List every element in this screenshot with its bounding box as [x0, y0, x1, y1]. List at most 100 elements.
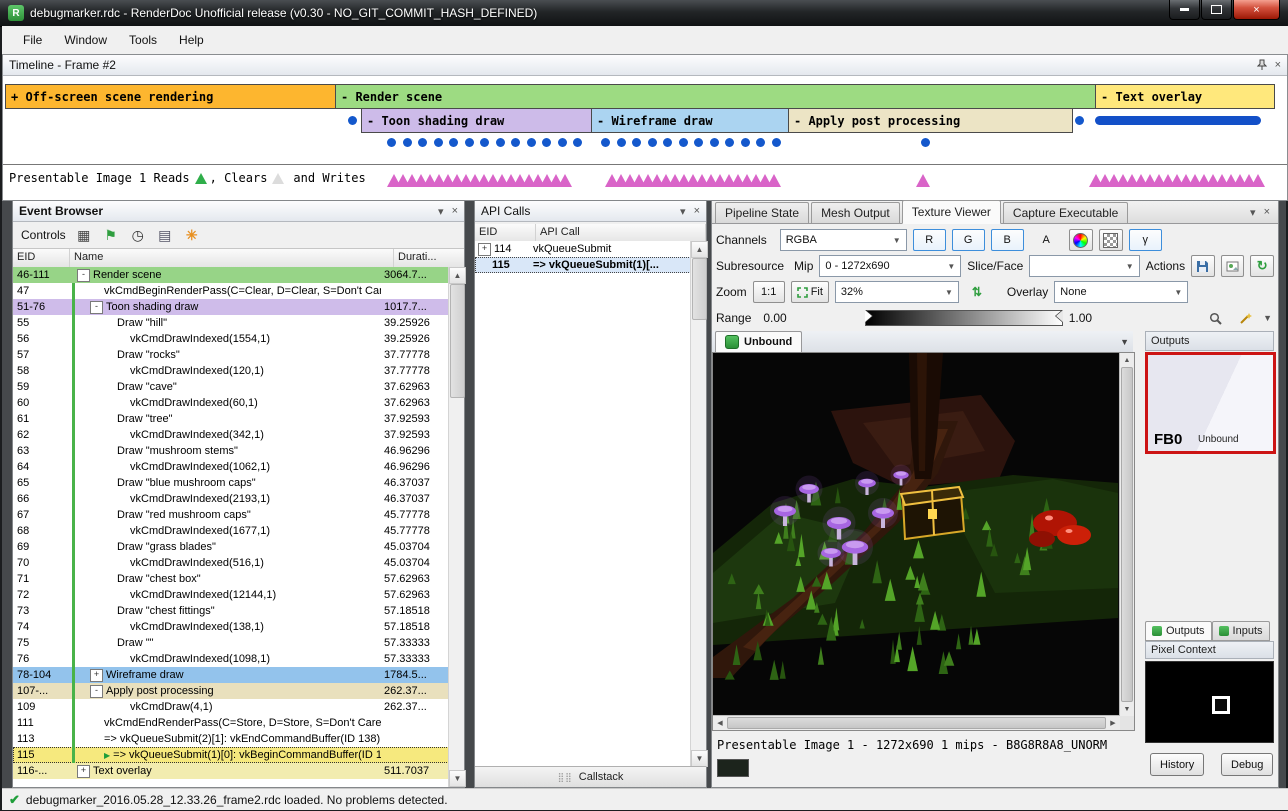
collapse-icon[interactable]: - — [77, 269, 90, 282]
event-dot[interactable] — [725, 138, 734, 147]
event-row[interactable]: 76vkCmdDrawIndexed(1098,1)57.33333 — [13, 651, 449, 667]
scroll-up-icon[interactable]: ▲ — [449, 267, 466, 284]
event-dot[interactable] — [772, 138, 781, 147]
channel-a-button[interactable]: A — [1030, 229, 1063, 251]
timeline-marker[interactable]: + Off-screen scene rendering — [5, 84, 344, 109]
event-dot[interactable] — [542, 138, 551, 147]
event-row[interactable]: 62vkCmdDrawIndexed(342,1)37.92593 — [13, 427, 449, 443]
event-row[interactable]: 59Draw "cave"37.62963 — [13, 379, 449, 395]
event-row[interactable]: 51-76-Toon shading draw1017.7... — [13, 299, 449, 315]
event-dot[interactable] — [694, 138, 703, 147]
event-dot[interactable] — [465, 138, 474, 147]
timeline-marker[interactable]: - Toon shading draw — [361, 108, 603, 133]
debug-button[interactable]: Debug — [1221, 753, 1273, 776]
scroll-up-icon[interactable]: ▲ — [1120, 353, 1134, 367]
event-row[interactable]: 57Draw "rocks"37.77778 — [13, 347, 449, 363]
expander-icon[interactable]: ▼ — [1263, 313, 1272, 323]
event-row[interactable]: 116-...+Text overlay511.7037 — [13, 763, 449, 779]
api-call-row[interactable]: +114vkQueueSubmit — [475, 241, 691, 257]
timeline-caption[interactable]: Timeline - Frame #2 × — [3, 55, 1287, 76]
event-browser-close-icon[interactable]: × — [452, 205, 458, 217]
event-row[interactable]: 111vkCmdEndRenderPass(C=Store, D=Store, … — [13, 715, 449, 731]
timeline-marker[interactable]: - Render scene — [335, 84, 1104, 109]
zoom-1-1-button[interactable]: 1:1 — [753, 281, 785, 303]
api-calls-close-icon[interactable]: × — [694, 205, 700, 217]
overlay-select[interactable]: None▼ — [1054, 281, 1188, 303]
event-browser-caption[interactable]: Event Browser ▾ × — [13, 201, 464, 222]
texture-tab-unbound[interactable]: Unbound — [715, 331, 802, 352]
menu-window[interactable]: Window — [53, 28, 118, 52]
stats-icon[interactable]: ▤ — [156, 226, 174, 244]
event-dot[interactable] — [601, 138, 610, 147]
event-dot[interactable] — [449, 138, 458, 147]
menu-help[interactable]: Help — [168, 28, 215, 52]
scroll-down-icon[interactable]: ▼ — [691, 750, 708, 767]
event-row[interactable]: 67Draw "red mushroom caps"45.77778 — [13, 507, 449, 523]
api-calls-collapse-icon[interactable]: ▾ — [680, 205, 686, 218]
column-duration[interactable]: Durati... — [394, 249, 464, 267]
callstack-bar[interactable]: ⣿⣿ Callstack — [475, 766, 706, 787]
event-row[interactable]: 69Draw "grass blades"45.03704 — [13, 539, 449, 555]
zoom-fit-button[interactable]: Fit — [791, 281, 829, 303]
save-button[interactable] — [1191, 255, 1215, 277]
event-dot[interactable] — [679, 138, 688, 147]
event-dot[interactable] — [756, 138, 765, 147]
event-row[interactable]: 115▶=> vkQueueSubmit(1)[0]: vkBeginComma… — [13, 747, 449, 763]
refresh-button[interactable]: ↻ — [1250, 255, 1274, 277]
tab-mesh-output[interactable]: Mesh Output — [811, 202, 900, 223]
event-dot[interactable] — [480, 138, 489, 147]
history-button[interactable]: History — [1150, 753, 1204, 776]
collapse-icon[interactable]: - — [90, 301, 103, 314]
channel-b-button[interactable]: B — [991, 229, 1024, 251]
event-dot[interactable] — [710, 138, 719, 147]
checkerboard-button[interactable] — [1099, 229, 1123, 251]
minimize-button[interactable] — [1169, 0, 1200, 20]
tab-texture-viewer[interactable]: Texture Viewer — [902, 200, 1001, 224]
timeline-body[interactable]: Presentable Image 1 Reads , Clears and W… — [3, 76, 1287, 199]
event-dot[interactable] — [434, 138, 443, 147]
event-capsule[interactable] — [1095, 116, 1261, 125]
timeline-close-icon[interactable]: × — [1275, 59, 1281, 71]
title-bar[interactable]: R debugmarker.rdc - RenderDoc Unofficial… — [0, 0, 1288, 27]
event-dot[interactable] — [511, 138, 520, 147]
right-panel-collapse-icon[interactable]: ▾ — [1250, 206, 1256, 219]
event-row[interactable]: 68vkCmdDrawIndexed(1677,1)45.77778 — [13, 523, 449, 539]
event-dot[interactable] — [387, 138, 396, 147]
pixel-context-header[interactable]: Pixel Context — [1145, 641, 1274, 659]
scroll-down-icon[interactable]: ▼ — [449, 770, 466, 787]
event-row[interactable]: 71Draw "chest box"57.62963 — [13, 571, 449, 587]
expand-icon[interactable]: + — [478, 243, 491, 256]
expand-icon[interactable]: + — [77, 765, 90, 778]
event-dot[interactable] — [403, 138, 412, 147]
tab-list-caret-icon[interactable]: ▼ — [1120, 337, 1129, 347]
colorwheel-button[interactable] — [1069, 229, 1093, 251]
clock-icon[interactable]: ◷ — [129, 226, 147, 244]
event-row[interactable]: 65Draw "blue mushroom caps"46.37037 — [13, 475, 449, 491]
event-row[interactable]: 64vkCmdDrawIndexed(1062,1)46.96296 — [13, 459, 449, 475]
flag-icon[interactable]: ⚑ — [102, 226, 120, 244]
autofit-button[interactable]: ⇅ — [965, 281, 989, 303]
event-dot[interactable] — [632, 138, 641, 147]
event-dot[interactable] — [663, 138, 672, 147]
event-dot[interactable] — [573, 138, 582, 147]
fb0-thumbnail[interactable]: FB0 Unbound — [1145, 352, 1276, 454]
scroll-thumb[interactable] — [692, 258, 707, 320]
range-min-handle[interactable] — [865, 310, 872, 322]
pixel-context-view[interactable] — [1145, 661, 1274, 743]
scroll-up-icon[interactable]: ▲ — [691, 241, 708, 258]
column-eid[interactable]: EID — [13, 249, 70, 267]
api-call-row[interactable]: 115=> vkQueueSubmit(1)[... — [475, 257, 691, 273]
close-button[interactable]: × — [1233, 0, 1280, 20]
event-dot[interactable] — [418, 138, 427, 147]
event-row[interactable]: 60vkCmdDrawIndexed(60,1)37.62963 — [13, 395, 449, 411]
event-row[interactable]: 63Draw "mushroom stems"46.96296 — [13, 443, 449, 459]
maximize-button[interactable] — [1201, 0, 1232, 20]
event-dot[interactable] — [527, 138, 536, 147]
scroll-thumb[interactable] — [727, 717, 1106, 729]
timeline-marker[interactable]: - Text overlay — [1095, 84, 1275, 109]
scroll-left-icon[interactable]: ◀ — [713, 716, 727, 730]
scroll-down-icon[interactable]: ▼ — [1120, 702, 1134, 716]
slice-select[interactable]: ▼ — [1029, 255, 1139, 277]
event-row[interactable]: 46-111-Render scene3064.7... — [13, 267, 449, 283]
event-row[interactable]: 75Draw ""57.33333 — [13, 635, 449, 651]
